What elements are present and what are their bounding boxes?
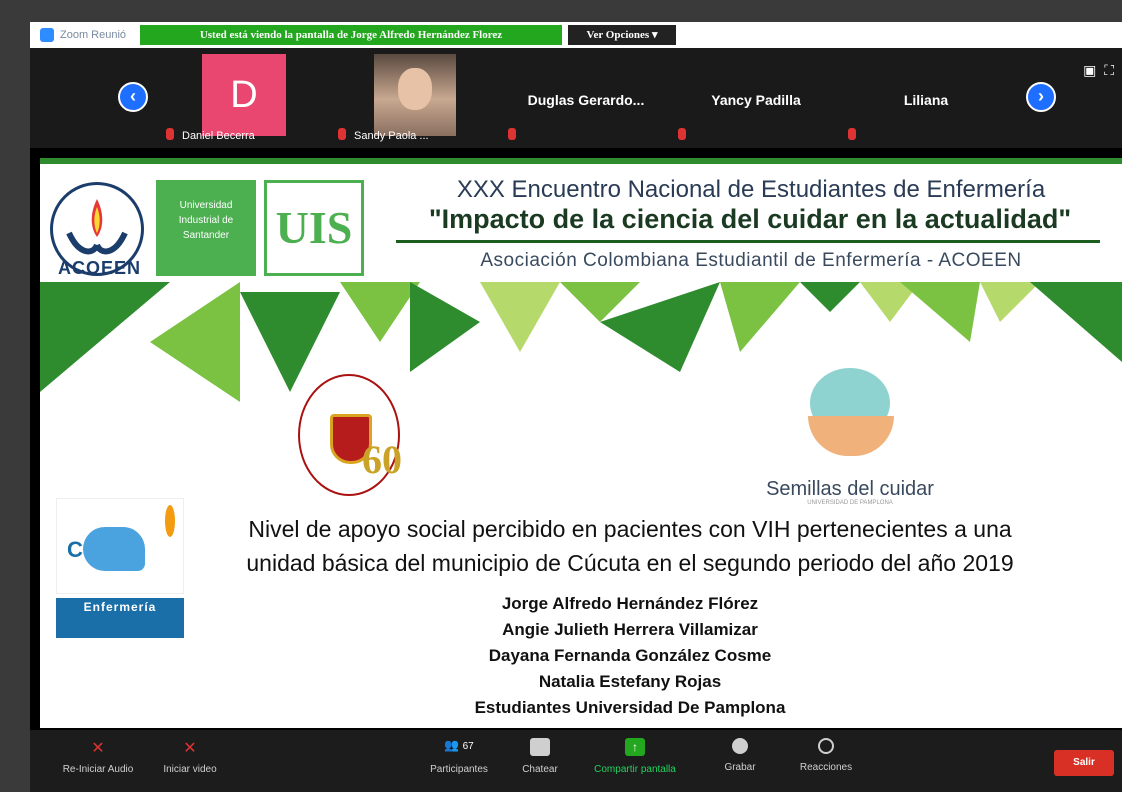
leave-button[interactable]: Salir [1054, 750, 1114, 776]
camera-off-icon: ✕ [183, 740, 197, 757]
mic-muted-icon [166, 128, 174, 140]
reactions-button[interactable]: Reacciones [786, 738, 866, 773]
semillas-logo-hands [808, 416, 894, 456]
participant-tile[interactable]: Sandy Paola ... [334, 54, 498, 144]
next-page-button[interactable]: › [1026, 82, 1056, 112]
anniversary-60-logo: 60 [362, 437, 402, 482]
event-subtitle: "Impacto de la ciencia del cuidar en la … [428, 204, 1072, 234]
participants-count: 67 [462, 741, 474, 752]
record-label: Grabar [724, 762, 756, 773]
participants-button[interactable]: 👥 67 Participantes [414, 738, 504, 775]
video-button[interactable]: ✕ Iniciar video [150, 738, 230, 775]
enfermeria-label: Enfermería [56, 598, 184, 638]
uis-logo: UIS [264, 180, 364, 276]
zoom-window: Zoom Reunió Usted está viendo la pantall… [30, 22, 1122, 792]
decorative-triangles [40, 282, 1122, 402]
mic-muted-icon [508, 128, 516, 140]
viewing-banner: Usted está viendo la pantalla de Jorge A… [140, 25, 562, 45]
chat-label: Chatear [522, 764, 558, 775]
chevron-left-icon: ‹ [130, 86, 136, 106]
shared-slide: ACOEEN Universidad Industrial de Santand… [40, 158, 1122, 728]
author-line: Estudiantes Universidad De Pamplona [474, 698, 786, 717]
mic-muted-icon [848, 128, 856, 140]
participant-name: Duglas Gerardo... [527, 92, 645, 108]
participant-tile[interactable]: Liliana [844, 54, 1008, 144]
meeting-toolbar: ✕ Re-Iniciar Audio ✕ Iniciar video 👥 67 … [30, 730, 1122, 792]
acoeen-logo-text: ACOEEN [58, 258, 142, 278]
screenshot-frame: Zoom Reunió Usted está viendo la pantall… [0, 0, 1122, 792]
video-label: Iniciar video [163, 764, 217, 775]
avatar: D [202, 54, 286, 136]
mic-muted-icon [338, 128, 346, 140]
participant-video [374, 54, 456, 136]
layout-icon[interactable]: ▣ [1083, 62, 1096, 78]
enfermeria-logo: C Enfermería [56, 498, 184, 638]
chat-button[interactable]: Chatear [510, 738, 570, 775]
uis-name-box: Universidad Industrial de Santander [156, 180, 256, 276]
share-bar: Zoom Reunió Usted está viendo la pantall… [30, 22, 1122, 48]
participant-name: Daniel Becerra [182, 130, 255, 142]
participants-label: Participantes [430, 764, 488, 775]
chevron-down-icon: ▾ [651, 29, 658, 41]
participants-strip: ‹ D Daniel Becerra Sandy Paola ... Dugla… [30, 48, 1122, 148]
share-screen-button[interactable]: ↑ Compartir pantalla [580, 738, 690, 775]
record-button[interactable]: Grabar [710, 738, 770, 773]
share-screen-icon: ↑ [625, 738, 645, 756]
flame-icon [165, 505, 175, 537]
reactions-icon [818, 738, 834, 754]
participant-tile[interactable]: Yancy Padilla [674, 54, 838, 144]
chevron-right-icon: › [1038, 86, 1044, 106]
view-options-label: Ver Opciones [586, 29, 650, 41]
window-controls: ▣ ⛶ [1083, 62, 1114, 79]
previous-page-button[interactable]: ‹ [118, 82, 148, 112]
participants-icon: 👥 67 [444, 738, 474, 752]
author-line: Natalia Estefany Rojas [538, 672, 722, 691]
participant-name: Sandy Paola ... [354, 130, 429, 142]
record-icon [732, 738, 748, 754]
participant-name: Yancy Padilla [711, 92, 801, 108]
hands-icon: C [56, 498, 184, 594]
participant-tile[interactable]: Duglas Gerardo... [504, 54, 668, 144]
author-line: Angie Julieth Herrera Villamizar [502, 620, 758, 639]
zoom-icon [40, 28, 54, 42]
reactions-label: Reacciones [799, 762, 853, 773]
paper-title: Nivel de apoyo social percibido en pacie… [200, 512, 1060, 580]
fullscreen-icon[interactable]: ⛶ [1104, 62, 1114, 78]
mic-muted-icon [678, 128, 686, 140]
audio-label: Re-Iniciar Audio [62, 764, 134, 775]
slide-top-band [40, 158, 1122, 164]
event-organizer: Asociación Colombiana Estudiantil de Enf… [480, 250, 1022, 271]
paper-title-line: Nivel de apoyo social percibido en pacie… [248, 516, 1012, 542]
mic-muted-icon: ✕ [91, 740, 105, 757]
chat-icon [530, 738, 550, 756]
share-label: Compartir pantalla [594, 764, 676, 775]
semillas-logo-title: Semillas del cuidar [766, 478, 934, 500]
view-options-button[interactable]: Ver Opciones ▾ [568, 25, 676, 45]
author-line: Dayana Fernanda González Cosme [488, 646, 772, 665]
letter-c-mark: C [67, 537, 83, 562]
semillas-logo-subtitle: UNIVERSIDAD DE PAMPLONA [807, 500, 893, 506]
paper-title-line: unidad básica del municipio de Cúcuta en… [246, 550, 1014, 576]
audio-button[interactable]: ✕ Re-Iniciar Audio [48, 738, 148, 775]
author-line: Jorge Alfredo Hernández Flórez [501, 594, 759, 613]
participant-name: Liliana [903, 92, 949, 108]
participant-tile[interactable]: D Daniel Becerra [162, 54, 326, 144]
event-title: XXX Encuentro Nacional de Estudiantes de… [456, 176, 1046, 203]
window-title: Zoom Reunió [60, 29, 127, 41]
title-divider [396, 240, 1100, 243]
